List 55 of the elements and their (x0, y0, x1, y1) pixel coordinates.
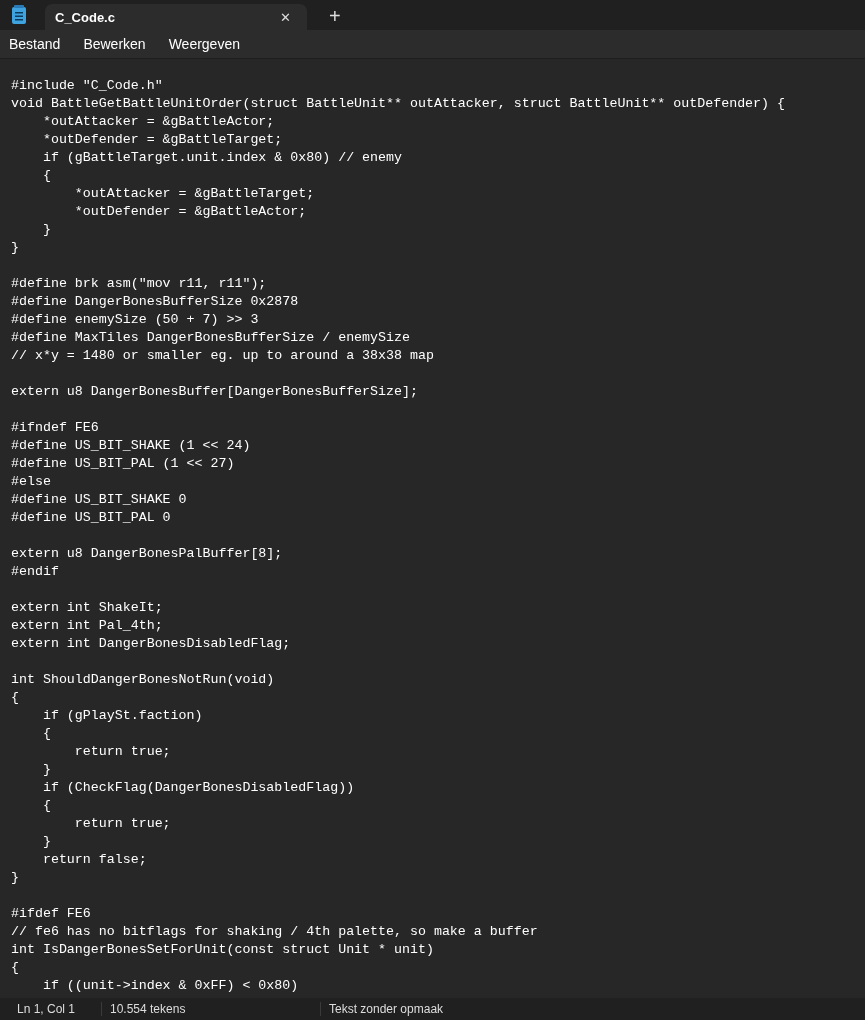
code-line: *outDefender = &gBattleTarget; (41, 131, 283, 149)
code-line: #define US_BIT_PAL 0 (11, 509, 171, 527)
code-line: if (gPlaySt.faction) (41, 707, 203, 725)
code-line: #endif (11, 563, 59, 581)
code-line: #define MaxTiles DangerBonesBufferSize / enemySize (11, 329, 410, 347)
code-line: } (11, 239, 19, 257)
code-line: // fe6 has no bitflags for shaking / 4th palette, so make a buffer (11, 923, 538, 941)
new-tab-button[interactable]: + (323, 4, 347, 28)
code-line: } (41, 221, 51, 239)
code-line: #define enemySize (50 + 7) >> 3 (11, 311, 259, 329)
code-line: #else (11, 473, 51, 491)
code-line: return false; (41, 851, 147, 869)
code-line: extern u8 DangerBonesPalBuffer[8]; (11, 545, 283, 563)
code-line: #define brk asm("mov r11, r11"); (11, 275, 267, 293)
code-line: { (11, 959, 19, 977)
file-tab[interactable]: C_Code.c ✕ (45, 4, 307, 30)
tab-title: C_Code.c (55, 9, 115, 25)
code-line: } (11, 869, 19, 887)
code-line: #define US_BIT_PAL (1 << 27) (11, 455, 235, 473)
code-line: if (CheckFlag(DangerBonesDisabledFlag)) (41, 779, 355, 797)
code-line: { (41, 167, 51, 185)
code-line: if ((unit->index & 0xFF) < 0x80) (41, 977, 299, 995)
code-line: return true; (73, 815, 171, 833)
code-line: { (41, 797, 51, 815)
code-line: #ifndef FE6 (11, 419, 99, 437)
code-line: } (41, 833, 51, 851)
code-line: { (41, 725, 51, 743)
code-line: { (11, 689, 19, 707)
status-text: Tekst zonder opmaak (320, 1002, 639, 1016)
code-line: extern int Pal_4th; (11, 617, 163, 635)
code-line: } (41, 761, 51, 779)
code-line: #define DangerBonesBufferSize 0x2878 (11, 293, 299, 311)
code-line: *outDefender = &gBattleActor; (73, 203, 307, 221)
code-line: #define US_BIT_SHAKE 0 (11, 491, 187, 509)
code-line: int ShouldDangerBonesNotRun(void) (11, 671, 275, 689)
code-line: int IsDangerBonesSetForUnit(const struct Unit * unit) (11, 941, 434, 959)
menu-item[interactable]: Bestand (2, 32, 75, 56)
menu-item[interactable]: Bewerken (76, 32, 160, 56)
code-line: #ifdef FE6 (11, 905, 91, 923)
code-line: void BattleGetBattleUnitOrder(struct BattleUnit** outAttacker, struct BattleUnit** outDefender) { (11, 95, 785, 113)
code-line: #define US_BIT_SHAKE (1 << 24) (11, 437, 251, 455)
code-line: extern u8 DangerBonesBuffer[DangerBonesBufferSize]; (11, 383, 418, 401)
close-button[interactable]: ✕ (276, 9, 295, 25)
code-line: return true; (73, 743, 171, 761)
code-line: #include "C_Code.h" (11, 77, 163, 95)
notepad-icon (11, 5, 27, 25)
code-line: extern int ShakeIt; (11, 599, 163, 617)
status-text: 10.554 tekens (101, 1002, 320, 1016)
code-line: // x*y = 1480 or smaller eg. up to around a 38x38 map (11, 347, 434, 365)
code-line: *outAttacker = &gBattleActor; (41, 113, 275, 131)
status-text: Ln 1, Col 1 (16, 1002, 77, 1016)
code-line: if (gBattleTarget.unit.index & 0x80) // enemy (41, 149, 402, 167)
code-line: *outAttacker = &gBattleTarget; (73, 185, 315, 203)
code-line: extern int DangerBonesDisabledFlag; (11, 635, 291, 653)
menu-item[interactable]: Weergeven (161, 32, 254, 56)
